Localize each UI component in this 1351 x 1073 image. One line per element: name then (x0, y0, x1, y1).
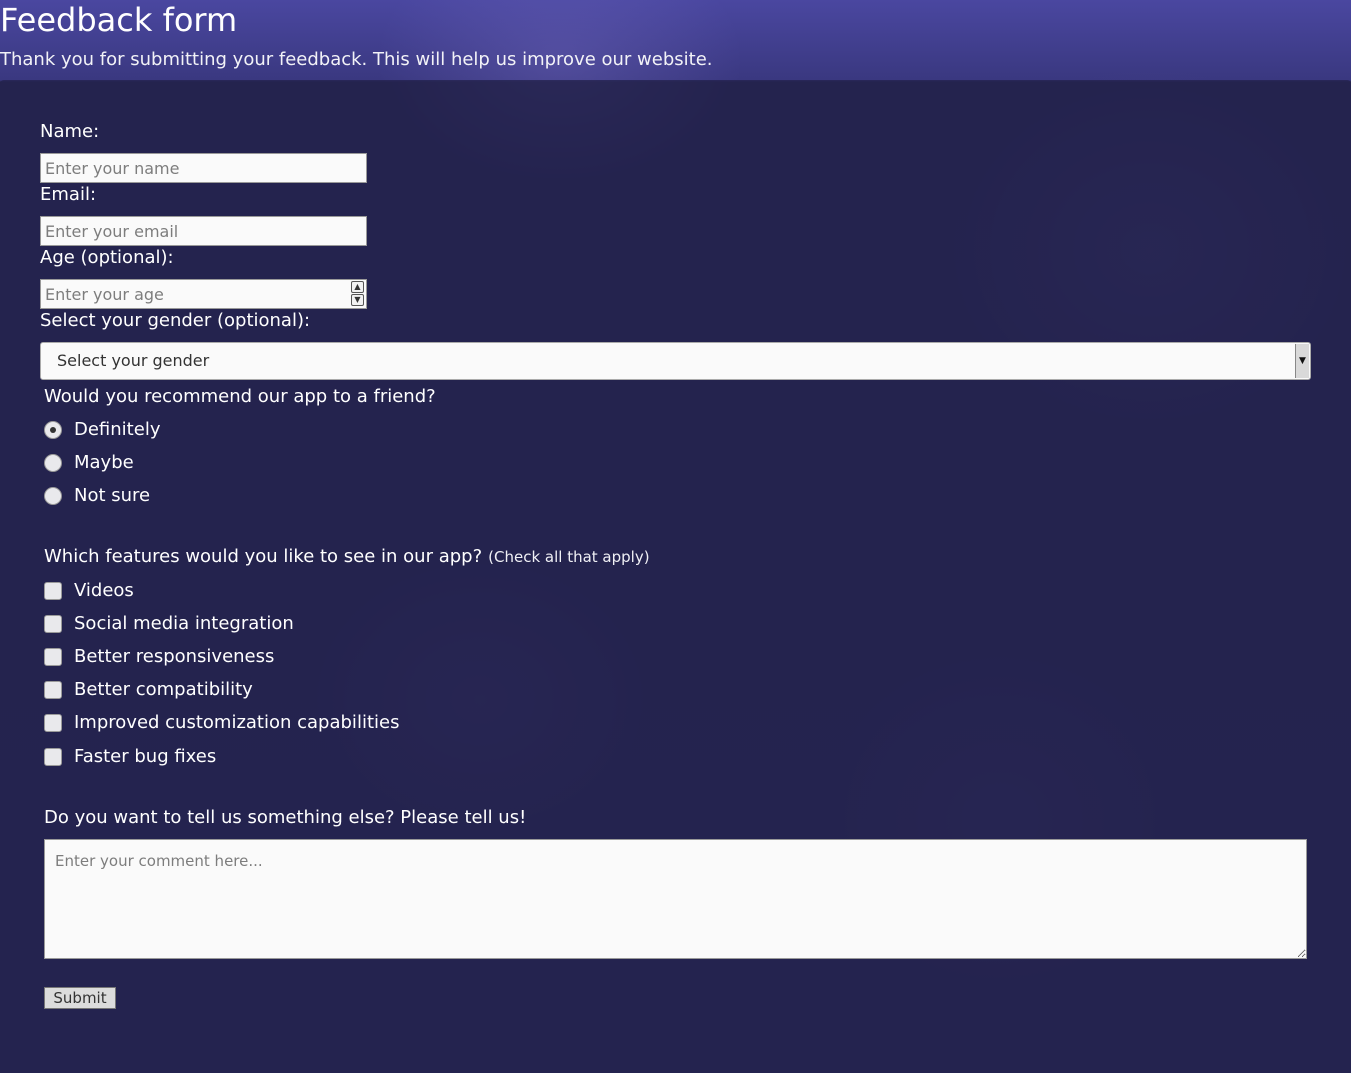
checkbox[interactable] (44, 648, 62, 666)
checkbox-label: Better responsiveness (74, 646, 275, 667)
radio-button[interactable] (44, 454, 62, 472)
checkbox-label: Social media integration (74, 613, 294, 634)
checkbox[interactable] (44, 681, 62, 699)
comment-label: Do you want to tell us something else? P… (44, 807, 527, 828)
checkbox-label: Improved customization capabilities (74, 712, 400, 733)
page-title: Feedback form (0, 1, 238, 39)
comment-textarea[interactable] (44, 839, 1307, 959)
features-hint: (Check all that apply) (488, 548, 650, 566)
stepper-up-icon[interactable]: ▲ (351, 281, 364, 293)
name-input[interactable] (40, 153, 367, 183)
checkbox[interactable] (44, 748, 62, 766)
age-label: Age (optional): (40, 247, 174, 268)
radio-button[interactable] (44, 421, 62, 439)
submit-button[interactable]: Submit (44, 987, 116, 1009)
age-input[interactable] (40, 279, 367, 309)
recommend-question: Would you recommend our app to a friend? (44, 386, 436, 407)
feedback-form: Name: Email: Age (optional): ▲ ▼ Select … (0, 80, 1351, 1073)
chevron-down-icon[interactable]: ▼ (1295, 344, 1309, 378)
checkbox-label: Faster bug fixes (74, 746, 217, 767)
gender-select-value: Select your gender (57, 351, 210, 370)
radio-label: Definitely (74, 419, 161, 440)
features-question-text: Which features would you like to see in … (44, 546, 483, 567)
radio-label: Not sure (74, 485, 151, 506)
age-stepper[interactable]: ▲ ▼ (351, 281, 364, 306)
radio-button[interactable] (44, 487, 62, 505)
features-question: Which features would you like to see in … (44, 545, 650, 569)
checkbox-label: Videos (74, 580, 134, 601)
email-input[interactable] (40, 216, 367, 246)
page-header: Feedback form Thank you for submitting y… (0, 0, 1351, 80)
checkbox[interactable] (44, 714, 62, 732)
page-subtitle: Thank you for submitting your feedback. … (0, 49, 713, 70)
checkbox[interactable] (44, 582, 62, 600)
name-label: Name: (40, 121, 100, 142)
email-label: Email: (40, 184, 97, 205)
stepper-down-icon[interactable]: ▼ (351, 294, 364, 306)
checkbox[interactable] (44, 615, 62, 633)
age-field: ▲ ▼ (40, 279, 367, 309)
radio-label: Maybe (74, 452, 134, 473)
checkbox-label: Better compatibility (74, 679, 253, 700)
gender-label: Select your gender (optional): (40, 310, 311, 331)
gender-select[interactable]: Select your gender ▼ (40, 342, 1311, 380)
